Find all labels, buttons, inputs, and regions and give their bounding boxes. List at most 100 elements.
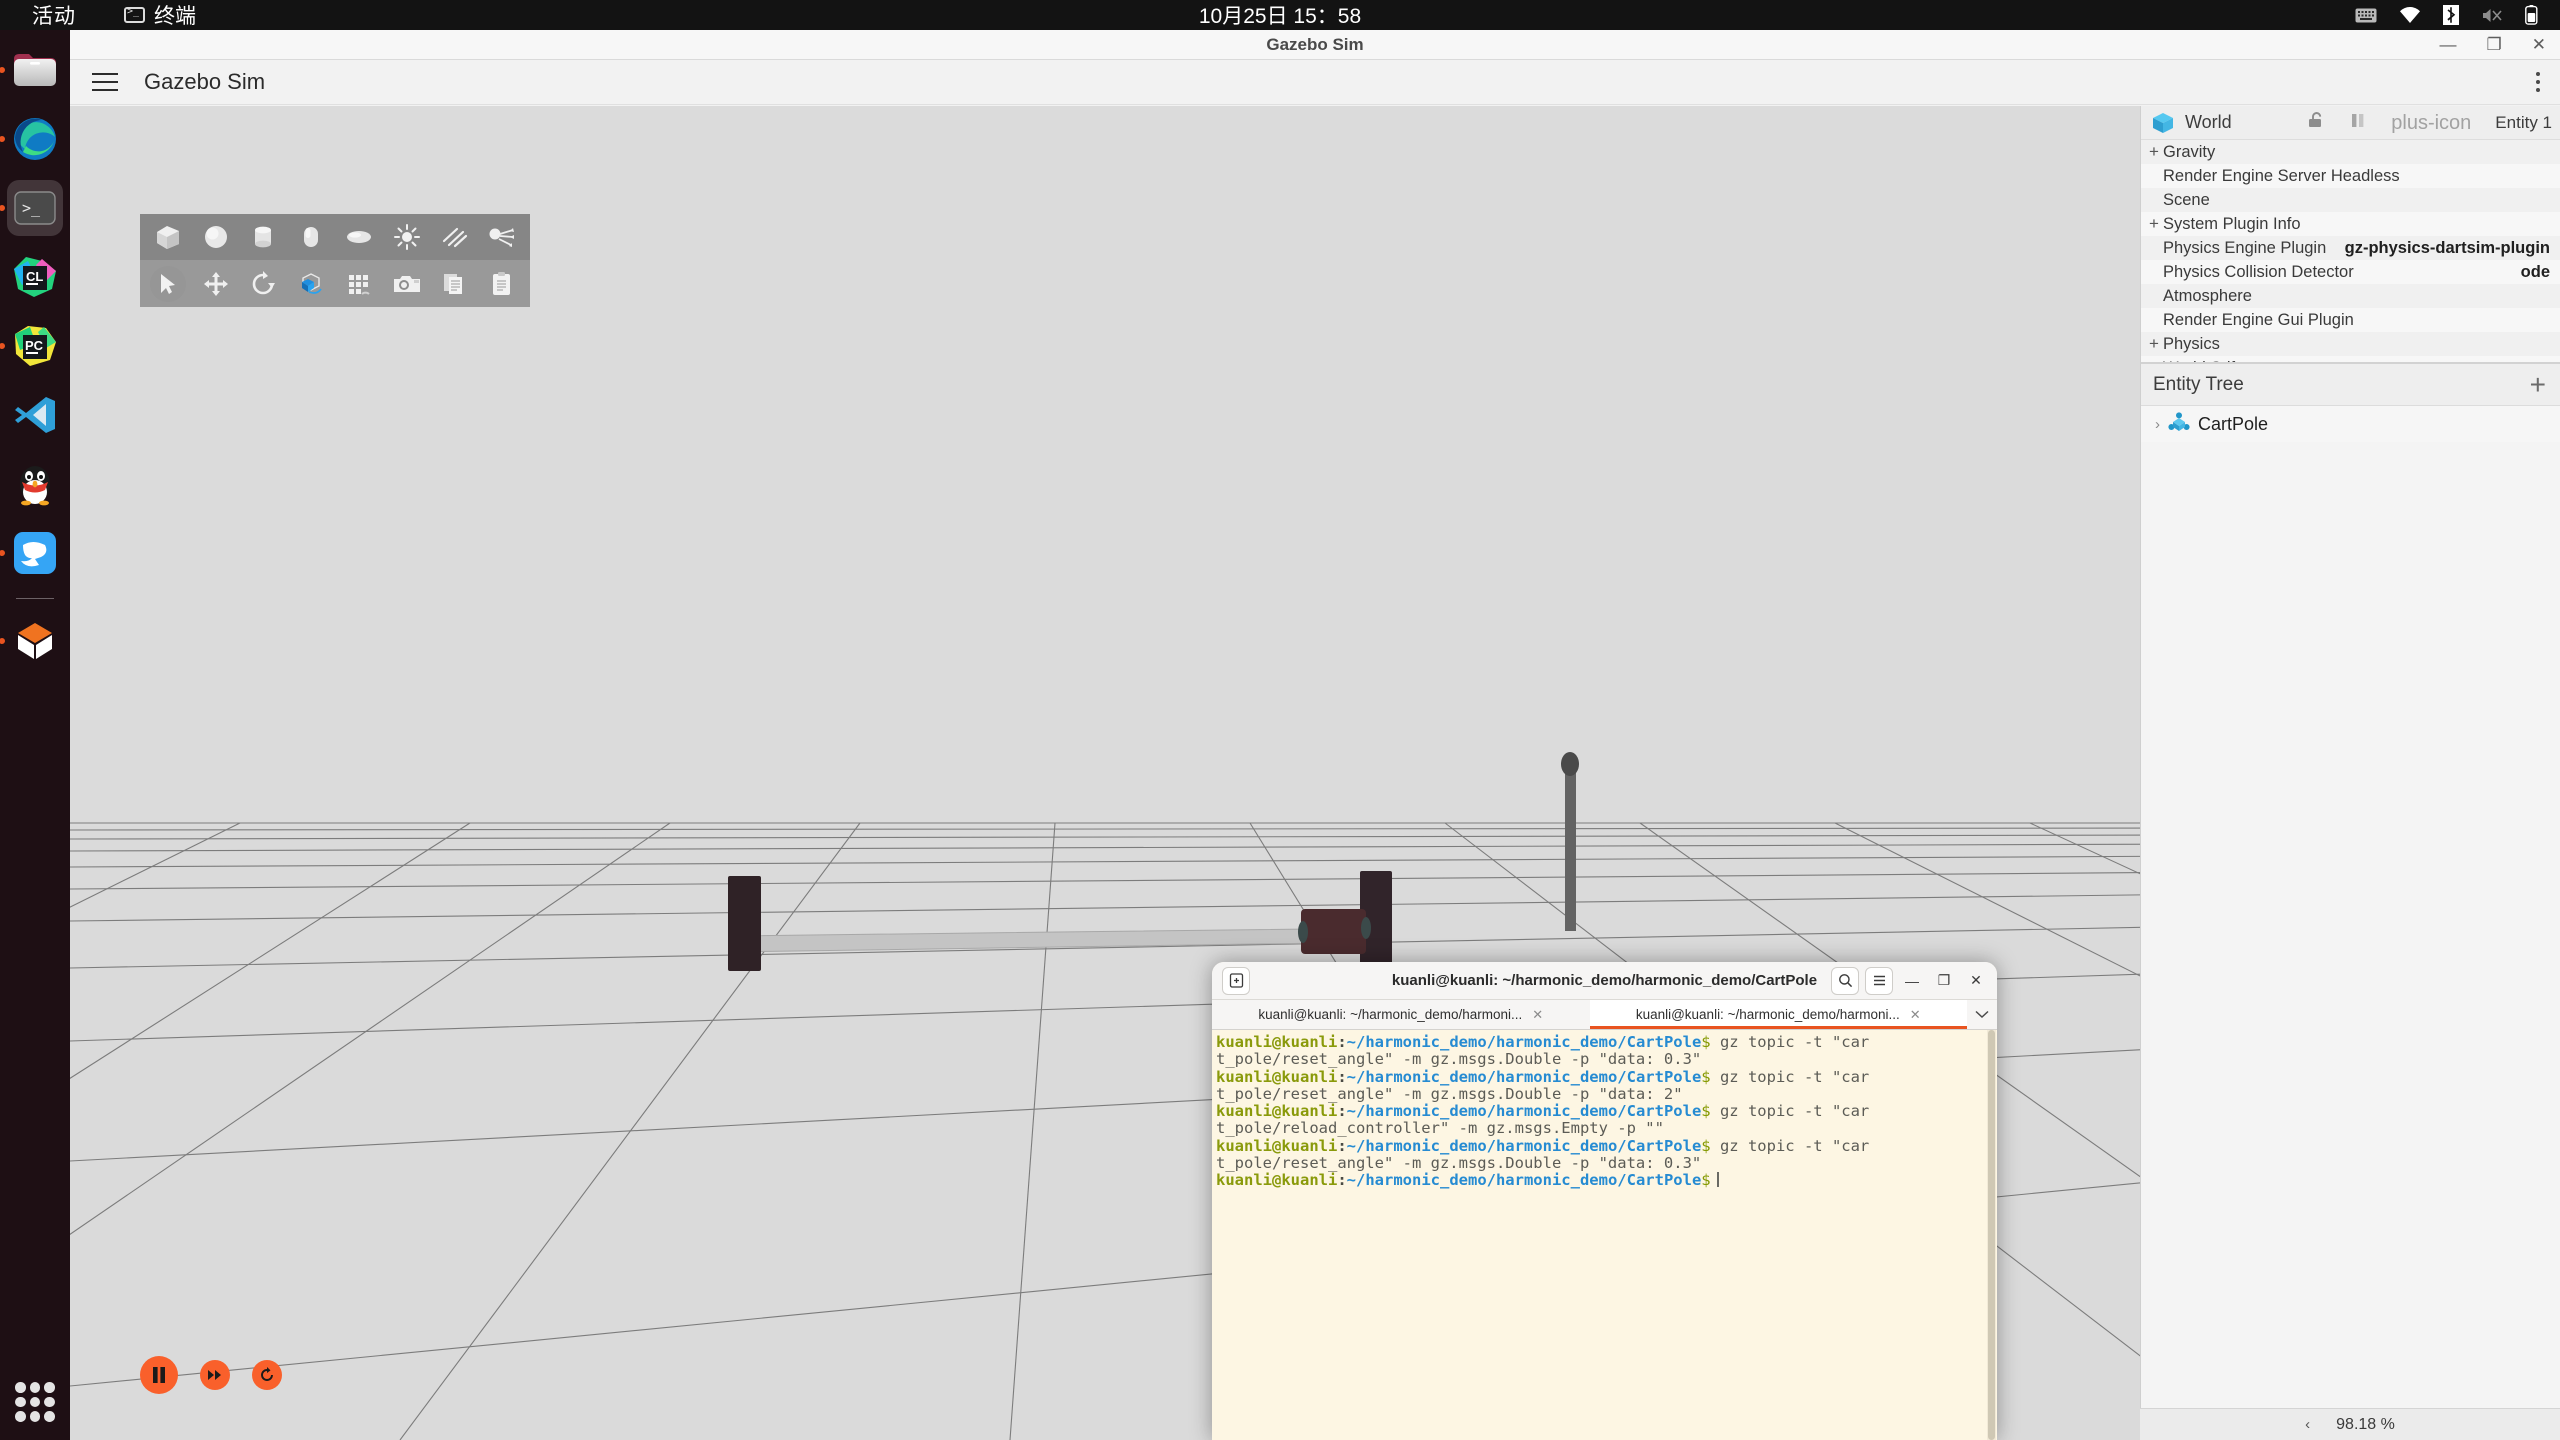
spot-light-icon[interactable] [484, 219, 520, 255]
property-row[interactable]: Physics Engine Plugin gz-physics-dartsim… [2141, 236, 2560, 260]
terminal-scrollbar[interactable] [1987, 1030, 1996, 1440]
prompt-user: kuanli@kuanli [1216, 1136, 1338, 1155]
plus-icon[interactable]: plus-icon [2391, 113, 2471, 133]
hamburger-icon[interactable] [92, 73, 118, 91]
terminal-maximize-button[interactable]: ❐ [1931, 968, 1957, 994]
select-mode-icon[interactable] [150, 265, 186, 302]
property-row[interactable]: Render Engine Server Headless [2141, 164, 2560, 188]
dock-item-qq[interactable] [7, 456, 63, 512]
bluetooth-icon[interactable] [2443, 5, 2459, 25]
chevron-right-icon[interactable]: › [2155, 416, 2160, 433]
rotate-mode-icon[interactable] [246, 266, 282, 302]
world-cube-icon [2151, 112, 2175, 134]
property-row[interactable]: Scene [2141, 188, 2560, 212]
viewport-status-bar: ‹ 98.18 % [2140, 1408, 2560, 1440]
snap-grid-icon[interactable] [341, 266, 377, 302]
property-row[interactable]: + Physics [2141, 332, 2560, 356]
unlock-icon[interactable] [2307, 111, 2325, 134]
world-properties-list[interactable]: + Gravity Render Engine Server Headless … [2141, 140, 2560, 362]
volume-muted-icon[interactable] [2481, 7, 2503, 24]
dock-item-terminal[interactable]: >_ [7, 180, 63, 236]
terminal-minimize-button[interactable]: — [1899, 968, 1925, 994]
apps-dot [15, 1382, 26, 1393]
terminal-close-button[interactable]: ✕ [1963, 968, 1989, 994]
dock-item-youdao[interactable] [7, 525, 63, 581]
keyboard-icon[interactable] [2355, 8, 2377, 23]
dock-item-pycharm[interactable]: PC [7, 318, 63, 374]
tree-node-cartpole[interactable]: › CartPole [2141, 406, 2560, 442]
close-icon[interactable]: ✕ [1532, 1007, 1543, 1023]
playback-controls[interactable] [140, 1356, 282, 1394]
wifi-icon[interactable] [2399, 6, 2421, 24]
step-button[interactable] [200, 1360, 230, 1390]
box-icon[interactable] [150, 219, 186, 255]
terminal-line: kuanli@kuanli:~/harmonic_demo/harmonic_d… [1216, 1103, 1997, 1120]
prompt-colon: : [1337, 1102, 1347, 1121]
property-row[interactable]: + Gravity [2141, 140, 2560, 164]
property-name: Scene [2163, 190, 2210, 209]
dock-separator [16, 598, 54, 599]
pause-bars-icon[interactable] [2349, 111, 2367, 134]
close-icon[interactable]: ✕ [1910, 1007, 1921, 1023]
dock-item-clion[interactable]: CL [7, 249, 63, 305]
terminal-output[interactable]: kuanli@kuanli:~/harmonic_demo/harmonic_d… [1212, 1030, 1997, 1440]
dock-item-edge[interactable] [7, 111, 63, 167]
point-light-icon[interactable] [389, 219, 425, 255]
hamburger-icon[interactable] [1865, 966, 1893, 995]
dock-item-ubuntu-software[interactable] [7, 613, 63, 669]
chevron-left-icon[interactable]: ‹ [2305, 1416, 2310, 1433]
property-value: ode [2520, 262, 2550, 281]
property-expander[interactable]: + [2149, 142, 2163, 162]
battery-icon[interactable] [2525, 5, 2538, 25]
terminal-tab-1[interactable]: kuanli@kuanli: ~/harmonic_demo/harmoni..… [1212, 1000, 1590, 1029]
transform-mode-icon[interactable] [293, 266, 329, 302]
prompt-dollar: $ [1701, 1102, 1711, 1121]
terminal-command: gz topic -t "car [1710, 1136, 1870, 1155]
cart-wheel-right [1361, 917, 1371, 939]
dock-item-vscode[interactable] [7, 387, 63, 443]
minimize-button[interactable]: — [2440, 36, 2457, 53]
capsule-icon[interactable] [293, 219, 329, 255]
property-row[interactable]: Atmosphere [2141, 284, 2560, 308]
property-expander[interactable]: + [2149, 214, 2163, 234]
screenshot-icon[interactable] [389, 266, 425, 302]
prompt-dollar: $ [1701, 1033, 1711, 1051]
property-expander[interactable]: + [2149, 334, 2163, 354]
kebab-menu-icon[interactable] [2536, 72, 2540, 92]
chevron-down-icon[interactable] [1967, 1000, 1997, 1029]
show-applications-button[interactable] [15, 1382, 55, 1422]
maximize-button[interactable]: ❐ [2487, 36, 2502, 53]
terminal-tabbar[interactable]: kuanli@kuanli: ~/harmonic_demo/harmoni..… [1212, 1000, 1997, 1030]
add-entity-button[interactable]: + [2530, 370, 2546, 399]
terminal-tab-2[interactable]: kuanli@kuanli: ~/harmonic_demo/harmoni..… [1589, 1000, 1967, 1029]
activities-button[interactable]: 活动 [32, 0, 76, 30]
ellipsoid-icon[interactable] [341, 219, 377, 255]
property-row[interactable]: Render Engine Gui Plugin [2141, 308, 2560, 332]
system-tray[interactable] [2355, 5, 2538, 25]
edit-toolbar[interactable] [140, 260, 530, 307]
dock-item-files[interactable] [7, 42, 63, 98]
cylinder-icon[interactable] [246, 219, 282, 255]
new-tab-button[interactable] [1222, 966, 1250, 995]
close-button[interactable]: ✕ [2532, 36, 2546, 53]
property-name: Physics [2163, 334, 2220, 353]
entity-tree-title: Entity Tree [2153, 373, 2244, 395]
paste-icon[interactable] [484, 266, 520, 302]
copy-icon[interactable] [437, 266, 473, 302]
translate-mode-icon[interactable] [198, 266, 234, 302]
terminal-window[interactable]: kuanli@kuanli: ~/harmonic_demo/harmonic_… [1212, 962, 1997, 1440]
directional-light-icon[interactable] [437, 219, 473, 255]
current-app-indicator[interactable]: 终端 [124, 0, 196, 30]
shape-toolbar[interactable] [140, 214, 530, 260]
pause-button[interactable] [140, 1356, 178, 1394]
terminal-command: gz topic -t "car [1710, 1033, 1870, 1051]
property-row[interactable]: + System Plugin Info [2141, 212, 2560, 236]
prompt-colon: : [1337, 1067, 1347, 1086]
property-name: Physics Collision Detector [2163, 262, 2354, 281]
property-row[interactable]: Physics Collision Detector ode [2141, 260, 2560, 284]
window-controls: — ❐ ✕ [2440, 36, 2547, 53]
sphere-icon[interactable] [198, 219, 234, 255]
reset-button[interactable] [252, 1360, 282, 1390]
clock[interactable]: 10月25日 15：58 [1199, 0, 1361, 30]
search-icon[interactable] [1831, 966, 1859, 995]
